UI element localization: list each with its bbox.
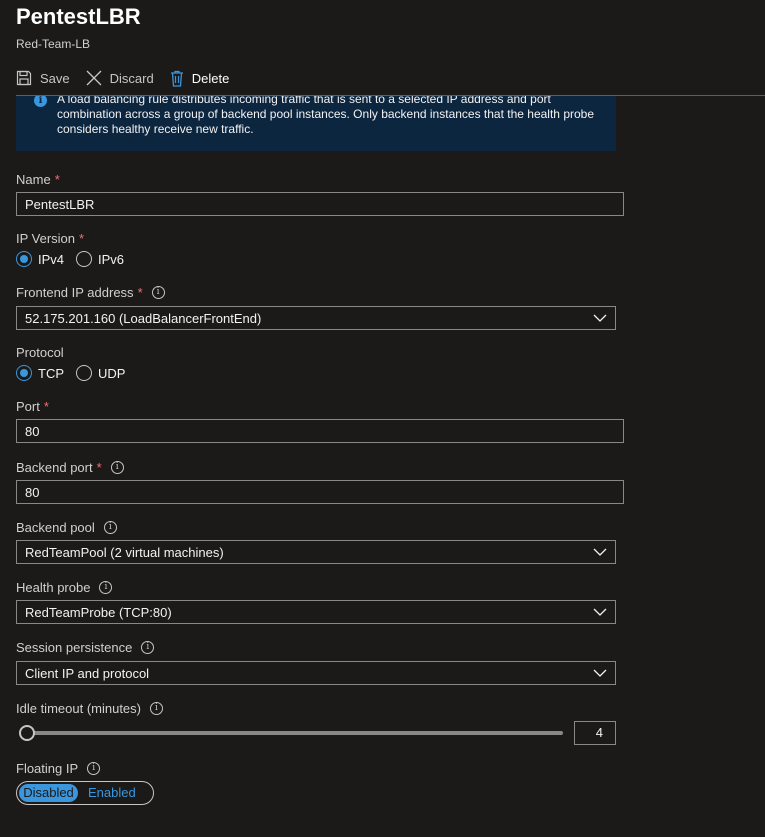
udp-radio[interactable]: UDP [76, 365, 125, 381]
backend-pool-dropdown[interactable]: RedTeamPool (2 virtual machines) [16, 540, 616, 564]
info-tooltip-icon[interactable]: i [151, 286, 165, 299]
floating-ip-label: Floating IP i [16, 761, 101, 776]
idle-timeout-value-box[interactable]: 4 [574, 721, 616, 745]
ipv4-label: IPv4 [38, 251, 65, 267]
radio-dot [16, 365, 32, 381]
idle-timeout-value: 4 [595, 725, 603, 740]
radio-dot [76, 251, 93, 267]
radio-dot [16, 251, 32, 267]
page-subtitle: Red-Team-LB [16, 37, 91, 51]
chevron-down-icon [593, 314, 607, 322]
frontend-ip-dropdown[interactable]: 52.175.201.160 (LoadBalancerFrontEnd) [16, 306, 616, 330]
info-tooltip-icon[interactable]: i [103, 521, 117, 534]
health-probe-dropdown[interactable]: RedTeamProbe (TCP:80) [16, 600, 616, 624]
tcp-radio[interactable]: TCP [16, 365, 64, 381]
idle-timeout-slider-track[interactable] [24, 731, 563, 735]
backend-port-label: Backend port * i [16, 460, 124, 475]
discard-label: Discard [109, 70, 154, 86]
required-marker: * [54, 172, 60, 187]
session-persistence-value: Client IP and protocol [25, 665, 150, 681]
health-probe-label-text: Health probe [16, 580, 91, 595]
protocol-label: Protocol [16, 345, 64, 360]
idle-timeout-slider-thumb[interactable] [19, 725, 35, 741]
ipv6-label: IPv6 [98, 251, 125, 267]
session-persistence-label: Session persistence i [16, 640, 155, 655]
session-persistence-label-text: Session persistence [16, 640, 133, 655]
ip-version-label: IP Version * [16, 231, 84, 246]
info-tooltip-icon[interactable]: i [141, 641, 155, 654]
floating-ip-enabled-option[interactable]: Enabled [80, 784, 144, 802]
port-input[interactable] [16, 419, 624, 443]
ip-version-label-text: IP Version [16, 231, 76, 246]
frontend-ip-label: Frontend IP address * i [16, 285, 165, 300]
radio-dot [76, 365, 92, 381]
ip-version-radio-group: IPv4 IPv6 [16, 251, 136, 267]
floating-ip-label-text: Floating IP [16, 761, 79, 776]
backend-pool-value: RedTeamPool (2 virtual machines) [25, 544, 224, 560]
info-tooltip-icon[interactable]: i [87, 762, 101, 775]
info-tooltip-icon[interactable]: i [110, 461, 124, 474]
info-banner: A load balancing rule distributes incomi… [16, 96, 616, 151]
port-label: Port * [16, 399, 49, 414]
save-icon [16, 70, 32, 86]
protocol-label-text: Protocol [16, 345, 64, 360]
health-probe-value: RedTeamProbe (TCP:80) [25, 604, 172, 620]
name-label-text: Name [16, 172, 51, 187]
name-label: Name * [16, 172, 60, 187]
chevron-down-icon [593, 548, 607, 556]
delete-label: Delete [191, 70, 230, 86]
page-title: PentestLBR [16, 4, 141, 29]
discard-button[interactable]: Discard [86, 70, 154, 86]
health-probe-label: Health probe i [16, 580, 113, 595]
info-banner-text: A load balancing rule distributes incomi… [57, 96, 595, 136]
info-tooltip-icon[interactable]: i [99, 581, 113, 594]
session-persistence-dropdown[interactable]: Client IP and protocol [16, 661, 616, 685]
backend-port-input[interactable] [16, 480, 624, 504]
required-marker: * [79, 231, 85, 246]
protocol-radio-group: TCP UDP [16, 365, 137, 381]
required-marker: * [43, 399, 49, 414]
save-label: Save [40, 70, 70, 86]
info-icon [34, 96, 47, 107]
floating-ip-disabled-option[interactable]: Disabled [19, 784, 78, 802]
frontend-ip-label-text: Frontend IP address [16, 285, 134, 300]
chevron-down-icon [593, 669, 607, 677]
backend-pool-label-text: Backend pool [16, 520, 95, 535]
idle-timeout-label: Idle timeout (minutes) i [16, 701, 163, 716]
udp-label: UDP [98, 365, 126, 381]
tcp-label: TCP [38, 365, 64, 381]
save-button[interactable]: Save [16, 70, 70, 86]
ipv6-radio[interactable]: IPv6 [76, 251, 124, 267]
delete-button[interactable]: Delete [170, 70, 230, 87]
floating-ip-toggle: Disabled Enabled [16, 781, 154, 805]
ipv4-radio[interactable]: IPv4 [16, 251, 64, 267]
port-label-text: Port [16, 399, 40, 414]
close-icon [86, 70, 102, 86]
required-marker: * [137, 285, 143, 300]
name-input[interactable] [16, 192, 624, 216]
required-marker: * [96, 460, 102, 475]
backend-pool-label: Backend pool i [16, 520, 117, 535]
toolbar: Save Discard Delete [16, 66, 245, 90]
idle-timeout-label-text: Idle timeout (minutes) [16, 701, 141, 716]
frontend-ip-value: 52.175.201.160 (LoadBalancerFrontEnd) [25, 310, 262, 326]
info-tooltip-icon[interactable]: i [150, 702, 163, 715]
backend-port-label-text: Backend port [16, 460, 93, 475]
chevron-down-icon [593, 608, 607, 616]
trash-icon [170, 70, 183, 87]
